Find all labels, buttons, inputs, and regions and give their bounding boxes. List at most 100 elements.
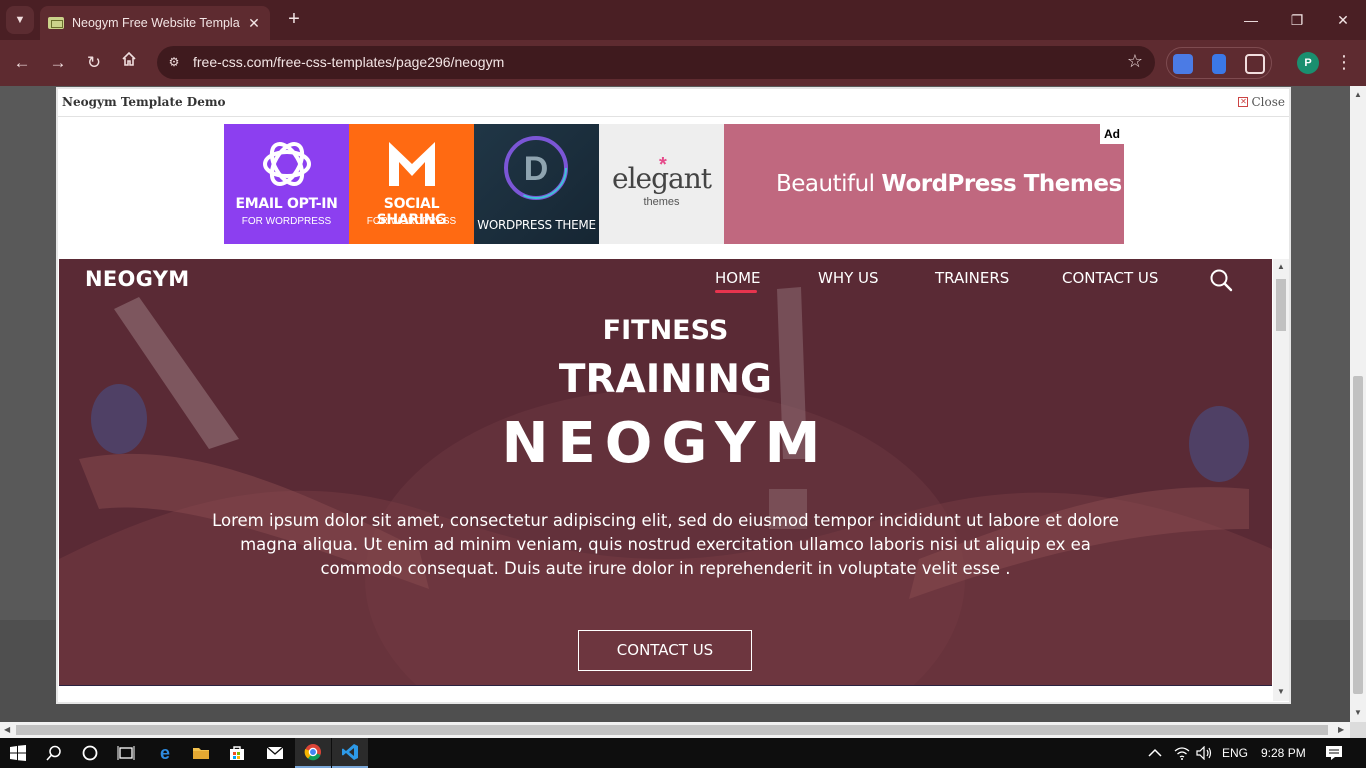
bloom-logo-icon (263, 142, 311, 186)
vscode-icon (342, 744, 358, 760)
scroll-right-icon[interactable]: ▶ (1338, 725, 1344, 734)
nav-trainers[interactable]: TRAINERS (935, 269, 1009, 287)
frame-scroll-thumb[interactable] (1276, 279, 1286, 331)
store-icon (230, 746, 244, 760)
chevron-up-icon[interactable] (1148, 747, 1162, 759)
windows-logo-icon (10, 745, 26, 761)
close-window-button[interactable]: ✕ (1328, 8, 1358, 32)
chrome-icon (304, 744, 321, 761)
monarch-logo-icon (389, 142, 435, 186)
ad-cell-subtitle: FOR WORDPRESS (366, 216, 457, 227)
frame-scroll-up-icon[interactable]: ▲ (1277, 262, 1285, 271)
restore-button[interactable]: ❐ (1282, 8, 1312, 32)
notifications-icon[interactable] (1325, 745, 1343, 761)
url-text: free-css.com/free-css-templates/page296/… (193, 54, 505, 70)
horizontal-scroll-thumb[interactable] (16, 725, 1328, 735)
frame-vertical-scrollbar[interactable]: ▲ ▼ (1273, 259, 1289, 701)
vscode-taskbar-button[interactable] (332, 738, 368, 768)
ad-banner[interactable]: EMAIL OPT-IN FOR WORDPRESS SOCIAL SHARIN… (224, 124, 1124, 244)
translate-extension-icon[interactable] (1173, 54, 1193, 74)
tab-search-button[interactable]: ▼ (6, 6, 34, 34)
contact-us-button[interactable]: CONTACT US (578, 630, 752, 671)
mail-button[interactable] (257, 738, 293, 768)
minimize-button[interactable]: — (1236, 8, 1266, 32)
search-icon[interactable] (1209, 268, 1233, 292)
docs-extension-icon[interactable] (1212, 54, 1226, 74)
ad-cell-title: WORDPRESS THEME (477, 218, 596, 232)
bookmark-star-icon[interactable]: ☆ (1127, 51, 1143, 72)
mail-icon (266, 746, 284, 759)
page-scroll-thumb[interactable] (1353, 376, 1363, 694)
reload-button[interactable]: ↻ (81, 50, 107, 76)
close-icon: ✕ (1238, 97, 1249, 107)
search-icon (46, 745, 61, 761)
favicon-icon (48, 17, 64, 29)
forward-button[interactable]: → (45, 50, 71, 76)
hero-heading-fitness: FITNESS (602, 315, 729, 346)
back-button[interactable]: ← (9, 50, 35, 76)
task-view-button[interactable] (108, 738, 144, 768)
edge-icon: e (160, 744, 170, 762)
ad-social-sharing[interactable]: SOCIAL SHARING FOR WORDPRESS (349, 124, 474, 244)
ad-email-optin[interactable]: EMAIL OPT-IN FOR WORDPRESS (224, 124, 349, 244)
scrollbar-corner (1350, 722, 1366, 738)
ad-cell-subtitle: FOR WORDPRESS (241, 216, 332, 227)
store-button[interactable] (219, 738, 255, 768)
profile-avatar[interactable]: P (1297, 52, 1319, 74)
page-vertical-scrollbar[interactable]: ▲ ▼ (1350, 86, 1366, 722)
divi-logo-icon: D (504, 136, 568, 200)
scroll-down-icon[interactable]: ▼ (1354, 708, 1362, 717)
nav-home[interactable]: HOME (715, 269, 761, 287)
browser-menu-icon[interactable]: ⋮ (1334, 52, 1354, 73)
hero-heading-training: TRAINING (558, 357, 773, 402)
browser-toolbar: ← → ↻ ⚙ free-css.com/free-css-templates/… (0, 40, 1366, 86)
wifi-icon[interactable] (1174, 746, 1190, 760)
modal-close-button[interactable]: ✕ Close (1238, 95, 1285, 109)
new-tab-button[interactable]: + (282, 8, 306, 32)
elegant-logo-subtext: themes (643, 196, 680, 208)
frame-scroll-down-icon[interactable]: ▼ (1277, 687, 1285, 696)
site-info-icon[interactable]: ⚙ (165, 53, 183, 71)
ad-tagline-bold: WordPress Themes (881, 171, 1122, 197)
nav-contact-us[interactable]: CONTACT US (1062, 269, 1158, 287)
browser-tab-strip: ▼ Neogym Free Website Template ✕ + — ❐ ✕ (0, 0, 1366, 40)
modal-close-label: Close (1251, 95, 1285, 109)
close-tab-icon[interactable]: ✕ (246, 15, 262, 32)
cortana-icon (82, 745, 98, 761)
ad-elegant-themes[interactable]: elegant * themes (599, 124, 724, 244)
hero-paragraph: Lorem ipsum dolor sit amet, consectetur … (212, 511, 1119, 578)
start-button[interactable] (0, 738, 36, 768)
edge-taskbar-button[interactable]: e (147, 738, 183, 768)
template-demo-modal: Neogym Template Demo ✕ Close EMAIL OPT-I… (56, 87, 1291, 704)
nav-active-indicator (715, 290, 757, 293)
next-section-edge (59, 685, 1272, 686)
search-taskbar-button[interactable] (36, 738, 72, 768)
template-preview-frame: NEOGYM HOME WHY US TRAINERS CONTACT US F… (59, 259, 1272, 686)
home-button[interactable] (116, 50, 142, 76)
ad-divi-theme[interactable]: D WORDPRESS THEME (474, 124, 599, 244)
extensions-puzzle-icon[interactable] (1245, 54, 1265, 74)
modal-header: Neogym Template Demo ✕ Close (58, 89, 1289, 117)
tab-title: Neogym Free Website Template (72, 16, 240, 30)
folder-icon (193, 748, 209, 759)
browser-tab[interactable]: Neogym Free Website Template ✕ (40, 6, 270, 40)
modal-title: Neogym Template Demo (62, 95, 226, 109)
nav-why-us[interactable]: WHY US (818, 269, 879, 287)
cortana-button[interactable] (72, 738, 108, 768)
scroll-left-icon[interactable]: ◀ (4, 725, 10, 734)
ad-tagline-light: Beautiful (776, 171, 875, 197)
file-explorer-button[interactable] (183, 738, 219, 768)
volume-icon[interactable] (1196, 746, 1214, 760)
ad-label[interactable]: Ad (1100, 124, 1124, 144)
site-logo[interactable]: NEOGYM (85, 267, 189, 291)
chrome-taskbar-button[interactable] (295, 738, 331, 768)
language-indicator[interactable]: ENG (1222, 746, 1248, 760)
ad-tagline: Beautiful WordPress Themes (776, 171, 1122, 197)
extensions-group (1166, 47, 1272, 79)
svg-text:e: e (160, 744, 170, 762)
page-horizontal-scrollbar[interactable]: ◀ ▶ (0, 722, 1350, 738)
svg-text:D: D (524, 150, 549, 188)
scroll-up-icon[interactable]: ▲ (1354, 90, 1362, 99)
address-bar[interactable]: ⚙ free-css.com/free-css-templates/page29… (157, 46, 1155, 79)
system-clock[interactable]: 9:28 PM (1261, 746, 1306, 760)
